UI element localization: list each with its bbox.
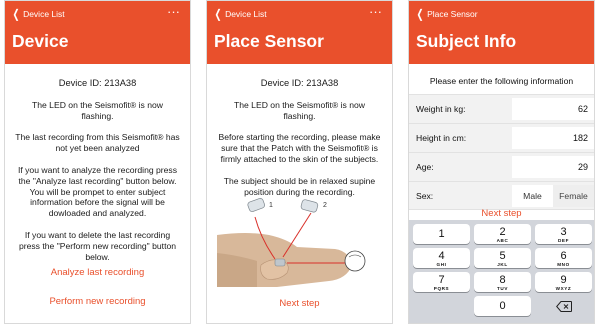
page-title: Device: [12, 31, 69, 51]
sex-label: Sex:: [416, 190, 434, 201]
back-label: Place Sensor: [427, 9, 478, 19]
sensor-placement-illustration: 1 2: [217, 198, 366, 287]
key-7[interactable]: 7 PQRS: [413, 272, 470, 292]
subject-info-screen: ❮ Place Sensor Subject Info Please enter…: [408, 0, 595, 324]
weight-label: Weight in kg:: [416, 104, 466, 114]
key-8[interactable]: 8 TUV: [474, 272, 531, 292]
nav-header: ❮ Device List ··· Device: [5, 1, 190, 64]
age-label: Age:: [416, 162, 434, 172]
perform-new-recording-button[interactable]: Perform new recording: [5, 296, 190, 307]
place-sensor-screen: ❮ Device List ··· Place Sensor Device ID…: [206, 0, 393, 324]
weight-row: Weight in kg: 62: [409, 94, 594, 123]
nav-header: ❮ Place Sensor Subject Info: [409, 1, 594, 64]
key-2[interactable]: 2 ABC: [474, 224, 531, 244]
back-label: Device List: [225, 9, 267, 19]
back-button[interactable]: ❮ Device List: [11, 7, 65, 21]
ellipsis-icon[interactable]: ···: [369, 4, 382, 19]
next-step-button[interactable]: Next step: [409, 208, 594, 219]
form-intro: Please enter the following information: [429, 76, 574, 86]
age-row: Age: 29: [409, 152, 594, 181]
nav-header: ❮ Device List ··· Place Sensor: [207, 1, 392, 64]
chevron-left-icon: ❮: [12, 7, 20, 21]
key-3[interactable]: 3 DEF: [535, 224, 592, 244]
weight-input[interactable]: 62: [512, 98, 594, 120]
key-4[interactable]: 4 GHI: [413, 248, 470, 268]
ellipsis-icon[interactable]: ···: [167, 4, 180, 19]
key-0[interactable]: 0: [474, 296, 531, 316]
height-input[interactable]: 182: [512, 127, 594, 149]
device-id: Device ID: 213A38: [260, 78, 339, 88]
content: Device ID: 213A38 The LED on the Seismof…: [5, 64, 190, 262]
chevron-left-icon: ❮: [214, 7, 222, 21]
age-input[interactable]: 29: [512, 156, 594, 178]
sex-row: Sex: Male Female: [409, 181, 594, 210]
page-title: Place Sensor: [214, 31, 324, 51]
device-screen: ❮ Device List ··· Device Device ID: 213A…: [4, 0, 191, 324]
patch-instructions: Before starting the recording, please ma…: [218, 132, 381, 164]
step-2-label: 2: [323, 202, 327, 209]
led-text: The LED on the Seismofit® is now flashin…: [31, 99, 163, 121]
key-1[interactable]: 1: [413, 224, 470, 244]
content: Device ID: 213A38 The LED on the Seismof…: [207, 64, 392, 197]
analyze-instructions: If you want to analyze the recording pre…: [17, 164, 178, 219]
key-5[interactable]: 5 JKL: [474, 248, 531, 268]
status-text: The last recording from this Seismofit® …: [15, 132, 180, 154]
sex-segmented-control: Male Female: [512, 185, 594, 207]
back-button[interactable]: ❮ Device List: [213, 7, 267, 21]
sex-option-female[interactable]: Female: [553, 185, 594, 207]
backspace-key[interactable]: [535, 296, 592, 316]
back-button[interactable]: ❮ Place Sensor: [415, 7, 478, 21]
backspace-icon: [555, 301, 572, 312]
key-9[interactable]: 9 WXYZ: [535, 272, 592, 292]
subject-form: Weight in kg: 62 Height in cm: 182 Age: …: [409, 94, 594, 210]
height-label: Height in cm:: [416, 133, 467, 143]
height-row: Height in cm: 182: [409, 123, 594, 152]
numeric-keypad: 1 2 ABC 3 DEF 4 GHI 5 JKL 6 MNO 7 PQRS 8: [409, 220, 594, 323]
analyze-last-recording-button[interactable]: Analyze last recording: [5, 267, 190, 278]
step-1-label: 1: [269, 202, 273, 209]
led-text: The LED on the Seismofit® is now flashin…: [233, 99, 365, 121]
sex-option-male[interactable]: Male: [512, 185, 553, 207]
page-title: Subject Info: [416, 31, 517, 51]
key-6[interactable]: 6 MNO: [535, 248, 592, 268]
back-label: Device List: [23, 9, 65, 19]
delete-instructions: If you want to delete the last recording…: [18, 229, 177, 262]
chevron-left-icon: ❮: [416, 7, 424, 21]
device-id: Device ID: 213A38: [58, 78, 137, 88]
next-step-button[interactable]: Next step: [207, 298, 392, 309]
